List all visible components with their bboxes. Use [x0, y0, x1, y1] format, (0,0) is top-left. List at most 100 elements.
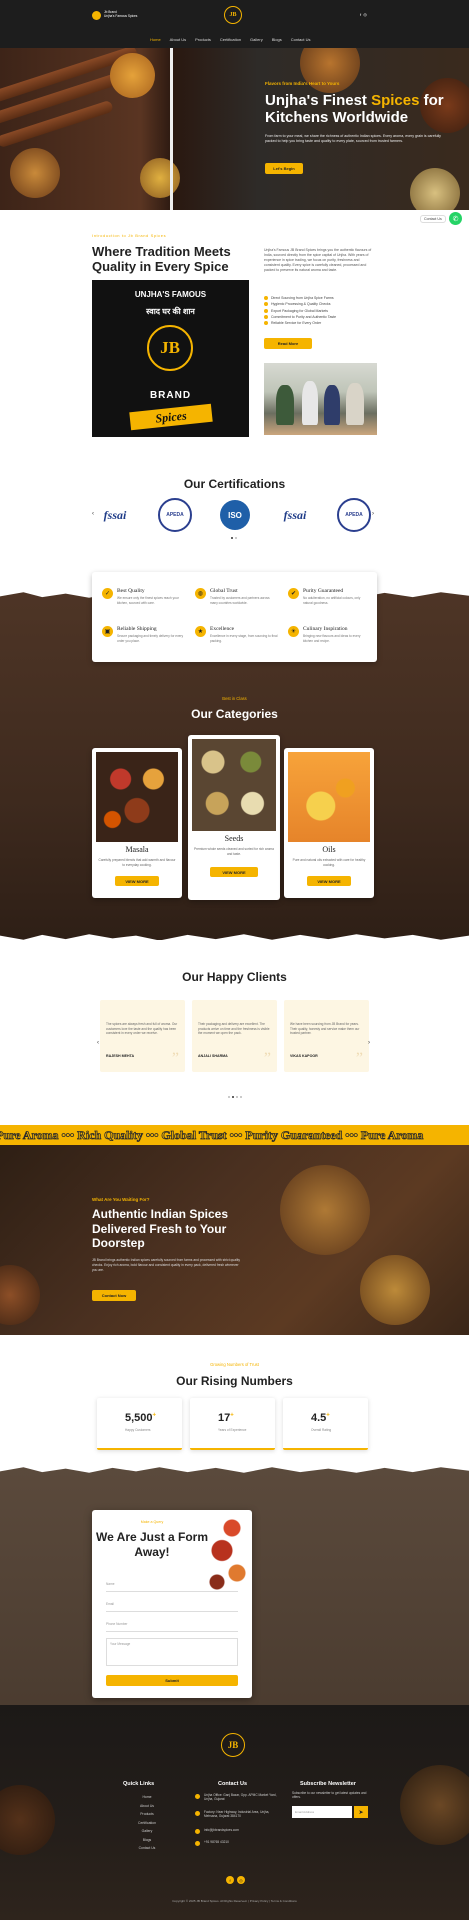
contact-text[interactable]: +91 98765 43210: [204, 1840, 229, 1846]
nav-gallery[interactable]: Gallery: [250, 37, 263, 42]
footer-link[interactable]: Gallery: [132, 1827, 162, 1836]
header-brand: Jb Brand Unjha's Famous Spices: [104, 10, 164, 18]
contact-text[interactable]: info@jbbrandspices.com: [204, 1828, 239, 1834]
stat-value-wrap: 5,500+: [125, 1412, 156, 1424]
category-card-masala[interactable]: Masala Carefully prepared blends that ad…: [92, 748, 182, 898]
nav-certification[interactable]: Certification: [220, 37, 241, 42]
footer-link[interactable]: About Us: [132, 1802, 162, 1811]
stat-value: 17: [218, 1412, 231, 1424]
name-field[interactable]: Name: [106, 1578, 238, 1592]
intro-kicker: Introduction to Jb Brand Spices: [92, 233, 167, 238]
bulb-icon: ☀: [288, 626, 299, 637]
chevron-right-icon[interactable]: ›: [372, 511, 374, 517]
logo-icon[interactable]: [92, 11, 101, 20]
footer-link[interactable]: Blogs: [132, 1836, 162, 1845]
check-icon: [264, 302, 268, 307]
location-icon: [195, 1811, 200, 1816]
chevron-left-icon[interactable]: ‹: [97, 1040, 99, 1046]
team-photo: [264, 363, 377, 435]
hero-section: [0, 48, 469, 210]
nav-contact[interactable]: Contact Us: [291, 37, 311, 42]
instagram-icon[interactable]: ◎: [237, 1876, 245, 1884]
contact-row[interactable]: +91 98765 43210: [195, 1840, 280, 1846]
stat-label: Years of Experience: [218, 1428, 247, 1432]
instagram-icon[interactable]: ◎: [363, 12, 367, 17]
stat-card: 5,500+ Happy Customers: [97, 1398, 182, 1450]
hero-title: Unjha's Finest Spices for Kitchens World…: [265, 92, 455, 126]
cta-title: Authentic Indian Spices Delivered Fresh …: [92, 1207, 229, 1250]
email-field[interactable]: Email: [106, 1598, 238, 1612]
facebook-icon[interactable]: f: [226, 1876, 234, 1884]
cert-label: fssai: [103, 507, 127, 522]
whatsapp-icon[interactable]: ✆: [449, 212, 462, 225]
contact-row[interactable]: info@jbbrandspices.com: [195, 1828, 280, 1834]
form-title: We Are Just a Form Away!: [95, 1530, 209, 1559]
person-figure: [302, 381, 318, 425]
newsletter-title: Subscribe Newsletter: [300, 1781, 356, 1787]
cert-label: fssai: [283, 507, 307, 522]
contact-now-button[interactable]: Contact Now: [92, 1290, 136, 1301]
footer-link[interactable]: Products: [132, 1810, 162, 1819]
globe-icon: ◍: [195, 588, 206, 599]
send-icon[interactable]: ➤: [354, 1806, 368, 1818]
marquee-banner: Pure Aroma ••• Rich Quality ••• Global T…: [0, 1125, 469, 1145]
read-more-button[interactable]: Read More: [264, 338, 312, 349]
carousel-dots: [228, 1096, 242, 1098]
message-field[interactable]: Your Message: [106, 1638, 238, 1666]
marquee-text: Pure Aroma ••• Rich Quality ••• Global T…: [0, 1128, 424, 1143]
features-card: ✓ Best Quality We ensure only the finest…: [92, 572, 377, 662]
nav-about[interactable]: About Us: [170, 37, 186, 42]
facebook-icon[interactable]: f: [360, 12, 361, 17]
nav-blogs[interactable]: Blogs: [272, 37, 282, 42]
spice-bowl-image: [400, 1765, 469, 1845]
intro-checklist: Direct Sourcing from Unjha Spice Farms H…: [264, 295, 376, 326]
cta-kicker: What Are You Waiting For?: [92, 1197, 150, 1202]
hero-cta-button[interactable]: Let's Begin: [265, 163, 303, 174]
submit-button[interactable]: Submit: [106, 1675, 238, 1686]
view-more-button[interactable]: VIEW MORE: [307, 876, 351, 886]
carousel-dot[interactable]: [240, 1096, 242, 1098]
category-card-oils[interactable]: Oils Pure and natural oils extracted wit…: [284, 748, 374, 898]
quote-icon: ”: [263, 1050, 271, 1067]
carousel-dots: [231, 537, 237, 539]
spice-bowl-image: [0, 1265, 40, 1325]
footer-link[interactable]: Contact Us: [132, 1844, 162, 1853]
query-form-card: Make a Query We Are Just a Form Away! Na…: [92, 1510, 252, 1698]
contact-text: Unjha Office: Ganj Bazar, Opp. APMC Mark…: [204, 1793, 277, 1802]
intro-description: Unjha's Famous JB Brand Spices brings yo…: [264, 248, 372, 272]
stat-value-wrap: 4.5+: [311, 1412, 330, 1424]
view-more-button[interactable]: VIEW MORE: [115, 876, 159, 886]
chevron-left-icon[interactable]: ‹: [92, 511, 94, 517]
carousel-dot[interactable]: [231, 537, 233, 539]
stat-card: 17+ Years of Experience: [190, 1398, 275, 1450]
main-nav: Home About Us Products Certification Gal…: [150, 37, 311, 42]
floating-contact-label[interactable]: Contact Us: [420, 215, 446, 223]
stat-suffix: +: [326, 1412, 330, 1419]
footer-link[interactable]: Certification: [132, 1819, 162, 1828]
carousel-dot[interactable]: [228, 1096, 230, 1098]
footer-link[interactable]: Home: [132, 1793, 162, 1802]
check-icon: [264, 321, 268, 326]
cert-label: APEDA: [158, 498, 192, 532]
numbers-title: Our Rising Numbers: [176, 1374, 293, 1388]
spice-bowl-image: [0, 1785, 55, 1855]
view-more-button[interactable]: VIEW MORE: [210, 867, 258, 877]
check-icon: [264, 296, 268, 301]
carousel-dot[interactable]: [235, 537, 237, 539]
chevron-right-icon[interactable]: ›: [368, 1040, 370, 1046]
site-header: Jb Brand Unjha's Famous Spices JB f ◎ Ho…: [0, 0, 469, 48]
nav-home[interactable]: Home: [150, 37, 161, 42]
check-icon: ✓: [102, 588, 113, 599]
star-icon: ★: [195, 626, 206, 637]
nav-products[interactable]: Products: [195, 37, 211, 42]
spice-bowl-image: [300, 48, 360, 93]
footer-emblem[interactable]: JB: [221, 1733, 245, 1757]
phone-field[interactable]: Phone Number: [106, 1618, 238, 1632]
carousel-dot[interactable]: [236, 1096, 238, 1098]
stat-suffix: +: [230, 1412, 234, 1419]
carousel-dot[interactable]: [232, 1096, 234, 1098]
feature-desc: We ensure only the finest spices reach y…: [117, 596, 179, 605]
header-emblem[interactable]: JB: [224, 6, 242, 24]
newsletter-email-input[interactable]: Email Address: [292, 1806, 352, 1818]
category-card-seeds[interactable]: Seeds Premium whole seeds cleaned and so…: [188, 735, 280, 900]
